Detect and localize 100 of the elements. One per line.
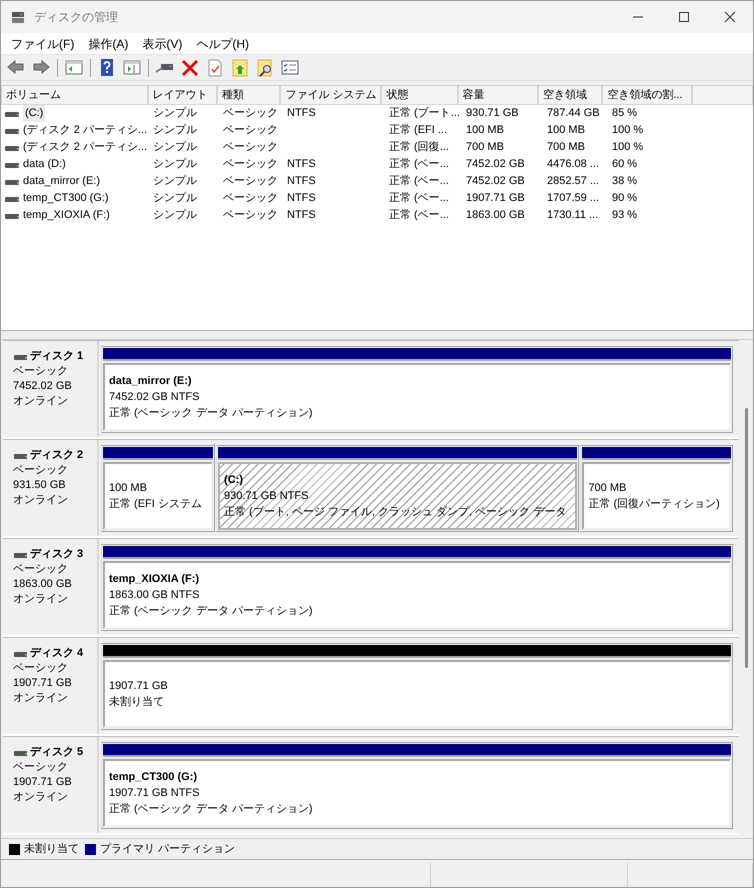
partition-status: 未割り当て [109, 694, 165, 710]
table-cell-text: 4476.08 ... [546, 157, 600, 172]
table-cell-text: ベーシック [222, 157, 279, 172]
volume-name[interactable]: data_mirror (E:) [23, 173, 100, 190]
disk-management-icon [10, 9, 26, 25]
partition-name: data_mirror (E:) [109, 374, 193, 389]
partition-size: 7452.02 GB NTFS [109, 390, 200, 405]
table-cell-text: 正常 (ベー... [388, 191, 450, 206]
window-title: ディスクの管理 [34, 9, 118, 26]
column-header[interactable]: 種類 [216, 86, 280, 105]
partition-status: 正常 (ベーシック データ パーティション) [109, 604, 314, 619]
partition-status: 正常 (ブート, ページ ファイル, クラッシュ ダンプ, ベーシック データ [224, 504, 568, 520]
table-cell-text: 正常 (ベー... [388, 208, 450, 223]
menu-item[interactable]: ヘルプ(H) [189, 34, 256, 52]
table-cell-text: 100 MB [465, 123, 505, 138]
delete-icon [180, 58, 200, 78]
partition-area[interactable]: temp_CT300 (G:) 1907.71 GB NTFS 正常 (ベーシック データ パーティション) [103, 759, 731, 827]
table-cell-text: 正常 (回復... [388, 140, 450, 155]
scrollbar-thumb[interactable] [744, 408, 748, 668]
disk-name: ディスク 4 [30, 646, 84, 661]
table-cell-text: 100 MB [546, 123, 586, 138]
disk-name: ディスク 3 [30, 547, 84, 562]
partition-status: 正常 (EFI システム [109, 497, 203, 512]
column-header[interactable]: 状態 [381, 86, 458, 105]
table-cell-text: 正常 (ベー... [388, 174, 450, 189]
disk-type: ベーシック [13, 760, 69, 775]
partition-area[interactable]: temp_XIOXIA (F:) 1863.00 GB NTFS 正常 (ベーシック データ パーティション) [103, 561, 731, 629]
table-cell-text: 1907.71 GB [465, 191, 526, 206]
table-cell-text: 2852.57 ... [546, 174, 600, 189]
column-header[interactable]: ファイル システム [280, 86, 382, 105]
legend-label: プライマリ パーティション [100, 842, 236, 857]
partition-size: 100 MB [109, 481, 148, 496]
table-cell-text: 930.71 GB [465, 106, 520, 121]
menu-item[interactable]: 操作(A) [81, 34, 136, 52]
partition-area[interactable]: data_mirror (E:) 7452.02 GB NTFS 正常 (ベーシック データ パーティション) [103, 363, 731, 431]
partition-panel[interactable]: (C:) 930.71 GB NTFS 正常 (ブート, ページ ファイル, クラッシュ ダンプ, ベーシック データ [216, 445, 580, 532]
column-header[interactable]: ボリューム [1, 86, 148, 105]
table-cell-text: 60 % [611, 157, 638, 172]
partition-size: 1863.00 GB NTFS [109, 588, 200, 603]
volume-name[interactable]: data (D:) [23, 156, 66, 173]
disk-name: ディスク 2 [30, 448, 84, 463]
console-tree-icon [64, 58, 84, 78]
table-cell-text: 93 % [611, 208, 638, 223]
column-header[interactable]: 空き領域 [538, 86, 602, 105]
legend-label: 未割り当て [24, 842, 79, 857]
table-cell-text: シンプル [152, 140, 198, 155]
table-cell-text: NTFS [286, 208, 317, 223]
partition-panel[interactable]: 100 MB 正常 (EFI システム [101, 445, 216, 532]
table-cell-text: 85 % [611, 106, 638, 121]
table-cell-text: 正常 (EFI ... [388, 123, 448, 138]
volume-name[interactable]: temp_CT300 (G:) [23, 190, 109, 207]
menu-item[interactable]: ファイル(F) [4, 34, 82, 52]
table-cell-text: NTFS [286, 174, 317, 189]
partition-panel[interactable]: 1907.71 GB 未割り当て [101, 643, 733, 730]
table-cell-text: 7452.02 GB [465, 157, 526, 172]
table-cell-text: 787.44 GB [546, 106, 601, 121]
disk-type: ベーシック [13, 661, 69, 676]
partition-status: 正常 (ベーシック データ パーティション) [109, 802, 314, 817]
partition-area[interactable]: 700 MB 正常 (回復パーティション) [582, 462, 731, 530]
disk-name: ディスク 1 [30, 349, 84, 364]
partition-size: 1907.71 GB [109, 679, 169, 694]
partition-size: 930.71 GB NTFS [224, 489, 310, 504]
maximize-icon [677, 11, 691, 23]
partition-panel[interactable]: temp_CT300 (G:) 1907.71 GB NTFS 正常 (ベーシック データ パーティション) [101, 742, 733, 829]
table-cell-text: ベーシック [222, 106, 279, 121]
table-cell-text: ベーシック [222, 191, 279, 206]
table-cell-text: 7452.02 GB [465, 174, 526, 189]
partition-panel[interactable]: temp_XIOXIA (F:) 1863.00 GB NTFS 正常 (ベーシック データ パーティション) [101, 544, 733, 631]
disk-size: 1907.71 GB [13, 775, 73, 790]
disk-size: 1863.00 GB [13, 577, 73, 592]
table-cell-text: 90 % [611, 191, 638, 206]
table-cell-text: 正常 (ブート... [388, 106, 461, 121]
disk-type: ベーシック [13, 364, 69, 379]
partition-name: (C:) [224, 473, 244, 488]
volume-name[interactable]: (ディスク 2 パーティシ... [23, 139, 148, 156]
partition-area[interactable]: 100 MB 正常 (EFI システム [103, 462, 214, 530]
partition-area[interactable]: 1907.71 GB 未割り当て [103, 660, 731, 728]
disk-size: 7452.02 GB [13, 379, 73, 394]
column-header[interactable]: 空き領域の割... [602, 86, 692, 105]
partition-status: 正常 (回復パーティション) [588, 497, 721, 512]
disk-status: オンライン [13, 790, 69, 805]
table-cell-text: ベーシック [222, 123, 279, 138]
table-cell-text: NTFS [286, 106, 317, 121]
column-header[interactable]: 容量 [458, 86, 538, 105]
table-cell-text: 700 MB [465, 140, 505, 155]
table-cell-text: 38 % [611, 174, 638, 189]
partition-area[interactable]: (C:) 930.71 GB NTFS 正常 (ブート, ページ ファイル, クラッシュ ダンプ, ベーシック データ [218, 462, 578, 530]
volume-name[interactable]: temp_XIOXIA (F:) [23, 207, 110, 224]
volume-name[interactable]: (ディスク 2 パーティシ... [23, 122, 148, 139]
table-cell-text: 100 % [611, 123, 644, 138]
column-header[interactable]: レイアウト [148, 86, 217, 105]
menu-item[interactable]: 表示(V) [135, 34, 190, 52]
partition-size: 700 MB [588, 481, 628, 496]
disk-status: オンライン [13, 691, 69, 706]
table-cell-text: シンプル [152, 106, 198, 121]
partition-panel[interactable]: 700 MB 正常 (回復パーティション) [580, 445, 733, 532]
action-pane-icon [122, 58, 142, 78]
partition-panel[interactable]: data_mirror (E:) 7452.02 GB NTFS 正常 (ベーシック データ パーティション) [101, 346, 733, 433]
table-cell-text: NTFS [286, 191, 317, 206]
volume-name[interactable]: (C:) [23, 105, 46, 122]
